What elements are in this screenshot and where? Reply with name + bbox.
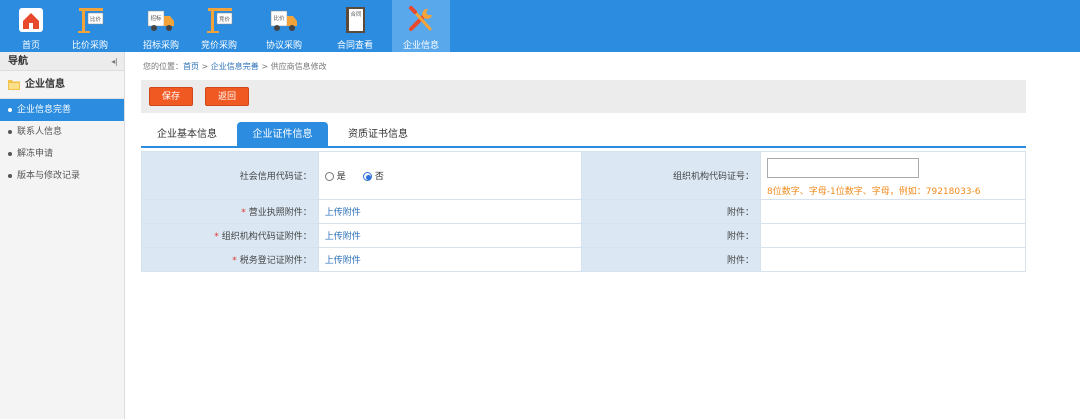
- sidebar-title: 导航: [8, 56, 28, 67]
- nav-price-compare[interactable]: 比价 比价采购: [64, 0, 116, 52]
- org-code-cert-label-cell: * 组织机构代码证附件：: [141, 223, 319, 248]
- required-mark: *: [241, 208, 246, 218]
- credit-code-label: 社会信用代码证：: [141, 151, 319, 200]
- org-code-cert-label: 组织机构代码证附件：: [221, 232, 312, 242]
- required-mark: *: [214, 232, 219, 242]
- tab-qualification-info[interactable]: 资质证书信息: [338, 122, 418, 148]
- radio-yes[interactable]: 是: [324, 172, 346, 182]
- org-code-label: 组织机构代码证号：: [581, 151, 762, 200]
- form-row-business-license: * 营业执照附件： 上传附件 附件：: [141, 199, 1026, 224]
- nav-bidding[interactable]: 竞价 竞价采购: [193, 0, 245, 52]
- upload-tax-cert-link[interactable]: 上传附件: [325, 256, 361, 266]
- nav-price-compare-label: 比价采购: [71, 41, 108, 51]
- truck-icon: 比价: [270, 10, 297, 31]
- radio-no-circle[interactable]: [362, 172, 372, 181]
- attachment-value: [760, 223, 1026, 248]
- sidebar-item-company-info-complete[interactable]: 企业信息完善: [0, 99, 124, 121]
- sidebar-item-label: 企业信息完善: [17, 105, 72, 115]
- breadcrumb-section-link[interactable]: 企业信息完善: [211, 62, 259, 71]
- tab-certificate-info[interactable]: 企业证件信息: [237, 122, 328, 148]
- back-button[interactable]: 返回: [205, 87, 250, 106]
- sidebar: 导航 ◂| 企业信息 企业信息完善 联系人信息 解冻申请 版本与修改记录: [0, 52, 125, 419]
- sidebar-item-contacts[interactable]: 联系人信息: [0, 121, 124, 143]
- certificate-form: 社会信用代码证： 是 否 组织机构代码证号： 8位数字、字母-1位数字、字母，例…: [141, 151, 1026, 272]
- nav-contract-label: 合同查看: [336, 41, 373, 51]
- sidebar-item-label: 版本与修改记录: [17, 171, 81, 181]
- radio-no[interactable]: 否: [362, 172, 384, 182]
- truck-badge: 招标: [150, 14, 162, 22]
- form-row-credit-code: 社会信用代码证： 是 否 组织机构代码证号： 8位数字、字母-1位数字、字母，例…: [141, 151, 1026, 200]
- contract-badge: 合同: [350, 10, 362, 18]
- sidebar-item-unfreeze[interactable]: 解冻申请: [0, 143, 124, 165]
- attachment-label: 附件：: [581, 223, 762, 248]
- attachment-value: [760, 247, 1026, 272]
- crane-icon: 竞价: [207, 8, 233, 33]
- breadcrumb-home-link[interactable]: 首页: [183, 62, 199, 71]
- toolbar: 保存 返回: [141, 80, 1026, 113]
- business-license-label: 营业执照附件：: [248, 208, 312, 218]
- nav-company-info-label: 企业信息: [402, 41, 439, 51]
- business-license-label-cell: * 营业执照附件：: [141, 199, 319, 224]
- upload-business-license-link[interactable]: 上传附件: [325, 208, 361, 218]
- form-row-org-code-cert: * 组织机构代码证附件： 上传附件 附件：: [141, 223, 1026, 248]
- crane-icon: 比价: [78, 8, 104, 33]
- breadcrumb-separator: >: [258, 62, 271, 71]
- sidebar-item-label: 联系人信息: [17, 127, 63, 137]
- nav-agreement[interactable]: 比价 协议采购: [258, 0, 310, 52]
- tax-cert-label: 税务登记证附件：: [239, 256, 312, 266]
- form-row-tax-cert: * 税务登记证附件： 上传附件 附件：: [141, 247, 1026, 272]
- breadcrumb: 您的位置：首页 > 企业信息完善 > 供应商信息修改: [143, 61, 327, 72]
- nav-home-label: 首页: [21, 41, 40, 51]
- credit-code-radios: 是 否: [317, 151, 583, 200]
- breadcrumb-separator: >: [199, 62, 211, 71]
- tax-cert-label-cell: * 税务登记证附件：: [141, 247, 319, 272]
- attachment-label: 附件：: [581, 199, 762, 224]
- tab-bar: 企业基本信息 企业证件信息 资质证书信息: [141, 122, 1026, 148]
- nav-tender[interactable]: 招标 招标采购: [136, 0, 186, 52]
- nav-bidding-label: 竞价采购: [200, 41, 237, 51]
- breadcrumb-prefix: 您的位置：: [143, 62, 183, 71]
- radio-yes-label: 是: [336, 172, 346, 182]
- crane-badge: 比价: [90, 15, 102, 23]
- radio-no-label: 否: [374, 172, 384, 182]
- sidebar-item-label: 解冻申请: [17, 149, 54, 159]
- nav-company-info[interactable]: 企业信息: [392, 0, 450, 52]
- tab-basic-info[interactable]: 企业基本信息: [147, 122, 227, 148]
- org-code-hint: 8位数字、字母-1位数字、字母，例如：79218033-6: [767, 187, 981, 197]
- truck-badge: 比价: [273, 14, 285, 22]
- truck-icon: 招标: [147, 10, 174, 31]
- contract-book-icon: 合同: [346, 7, 365, 33]
- collapse-icon[interactable]: ◂|: [111, 52, 118, 71]
- nav-home[interactable]: 首页: [8, 0, 54, 52]
- nav-agreement-label: 协议采购: [265, 41, 302, 51]
- nav-contract[interactable]: 合同 合同查看: [330, 0, 380, 52]
- wrench-screwdriver-icon: [409, 6, 432, 31]
- breadcrumb-current: 供应商信息修改: [270, 62, 327, 71]
- save-button[interactable]: 保存: [149, 87, 194, 106]
- sidebar-group[interactable]: 企业信息: [0, 71, 124, 99]
- sidebar-item-version-history[interactable]: 版本与修改记录: [0, 165, 124, 187]
- top-nav-bar: 首页 比价 比价采购 招标 招标采购 竞价 竞价采购 比价 协议采购 合同 合同…: [0, 0, 1080, 52]
- attachment-value: [760, 199, 1026, 224]
- home-icon: [19, 8, 43, 32]
- nav-tender-label: 招标采购: [142, 41, 179, 51]
- sidebar-group-label: 企业信息: [25, 78, 65, 90]
- folder-icon: [8, 80, 20, 90]
- org-code-cell: 8位数字、字母-1位数字、字母，例如：79218033-6: [760, 151, 1026, 200]
- crane-badge: 竞价: [219, 15, 231, 23]
- required-mark: *: [232, 256, 237, 266]
- radio-yes-circle[interactable]: [324, 172, 334, 181]
- upload-org-code-cert-link[interactable]: 上传附件: [325, 232, 361, 242]
- attachment-label: 附件：: [581, 247, 762, 272]
- sidebar-header: 导航 ◂|: [0, 52, 124, 71]
- org-code-input[interactable]: [767, 158, 920, 178]
